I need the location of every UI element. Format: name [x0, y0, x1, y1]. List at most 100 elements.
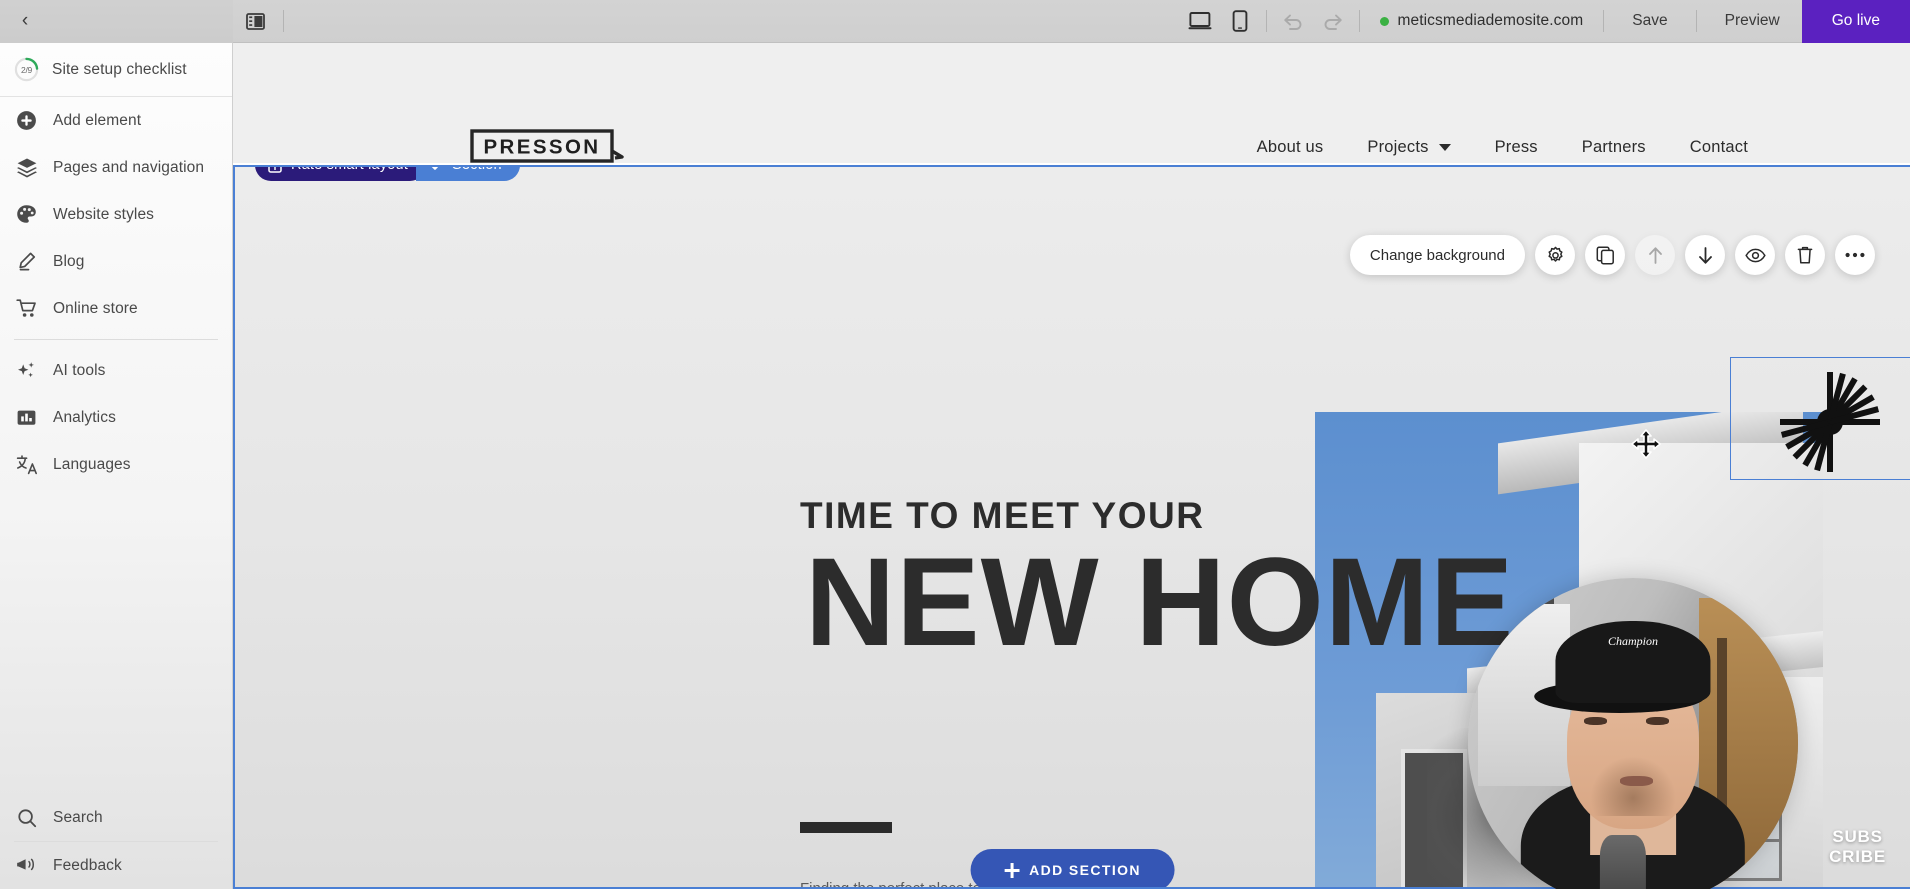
move-down-button[interactable] [1685, 235, 1725, 275]
add-section-label: ADD SECTION [1029, 862, 1141, 878]
checklist-progress-label: 2/9 [21, 64, 32, 75]
megaphone-icon [14, 853, 39, 878]
chevron-down-icon [1438, 144, 1451, 151]
rate-smart-layout-button[interactable]: Rate smart layout [255, 165, 427, 181]
sidebar-item-label: Analytics [53, 408, 116, 426]
divider [283, 10, 284, 32]
check-icon [431, 167, 439, 170]
section-badges: Rate smart layout Section [255, 165, 520, 181]
pencil-icon [14, 249, 39, 274]
divider [1695, 10, 1697, 32]
site-nav: About us Projects Press Partners Contact [1235, 138, 1770, 157]
sidebar-item-search[interactable]: Search [0, 794, 232, 841]
eye-icon [1744, 248, 1766, 262]
webcam-overlay: Champion [1468, 578, 1798, 889]
add-section-button[interactable]: ADD SECTION [970, 849, 1175, 887]
redo-icon[interactable] [1313, 4, 1353, 38]
ellipsis-icon [1845, 252, 1865, 258]
sidebar-item-label: Website styles [53, 205, 155, 223]
chevron-left-icon[interactable]: ‹ [12, 8, 38, 34]
site-url-label: meticsmediademosite.com [1397, 12, 1584, 29]
copy-icon [1596, 246, 1614, 265]
sidebar-item-ai-tools[interactable]: AI tools [0, 347, 232, 394]
badge-label: Section [452, 165, 502, 173]
undo-icon[interactable] [1273, 4, 1313, 38]
sidebar-item-add-element[interactable]: Add element [0, 97, 232, 144]
sidebar-item-label: Pages and navigation [53, 158, 205, 176]
site-logo[interactable]: PRESSON [470, 129, 625, 165]
preview-button[interactable]: Preview [1703, 0, 1802, 43]
sidebar-item-blog[interactable]: Blog [0, 238, 232, 285]
more-options-button[interactable] [1835, 235, 1875, 275]
smart-layout-icon [268, 167, 282, 173]
desktop-icon[interactable] [1180, 4, 1220, 38]
nav-label: Contact [1689, 138, 1748, 156]
arrow-up-icon [1648, 246, 1662, 264]
site-url-button[interactable]: meticsmediademosite.com [1366, 12, 1597, 30]
trash-icon [1797, 246, 1813, 264]
nav-item-about-us[interactable]: About us [1235, 138, 1346, 157]
layout-panel-icon[interactable] [233, 0, 277, 43]
sidebar-item-site-setup-checklist[interactable]: 2/9 Site setup checklist [0, 43, 232, 97]
arrow-down-icon [1698, 246, 1712, 264]
sidebar-item-label: AI tools [53, 361, 106, 379]
subscribe-line-1: SUBS [1832, 826, 1883, 846]
nav-item-contact[interactable]: Contact [1668, 138, 1770, 157]
cart-icon [14, 296, 39, 321]
sidebar-item-website-styles[interactable]: Website styles [0, 191, 232, 238]
sidebar-item-online-store[interactable]: Online store [0, 285, 232, 332]
logo-text: PRESSON [483, 136, 600, 159]
progress-ring-icon: 2/9 [14, 57, 39, 82]
nav-label: Press [1494, 138, 1538, 156]
change-background-button[interactable]: Change background [1349, 235, 1525, 275]
webcam-microphone [1600, 835, 1647, 889]
hero-eyebrow[interactable]: TIME TO MEET YOUR [800, 495, 1204, 537]
save-button[interactable]: Save [1610, 0, 1689, 43]
status-dot [1380, 16, 1390, 26]
settings-button[interactable] [1535, 235, 1575, 275]
sidebar-item-pages-and-navigation[interactable]: Pages and navigation [0, 144, 232, 191]
sidebar-item-feedback[interactable]: Feedback [0, 842, 232, 889]
plus-icon [1004, 862, 1020, 878]
nav-item-press[interactable]: Press [1473, 138, 1560, 157]
badge-label: Rate smart layout [291, 165, 409, 173]
editor-window: ‹ meticsmediademosite.com Save Preview G… [0, 0, 1910, 889]
webcam-cap-logo: Champion [1607, 634, 1659, 649]
hero-divider-bar [800, 822, 892, 833]
nav-item-partners[interactable]: Partners [1560, 138, 1668, 157]
subscribe-line-2: CRIBE [1829, 846, 1886, 866]
delete-button[interactable] [1785, 235, 1825, 275]
layers-icon [14, 155, 39, 180]
sidebar-divider [14, 339, 218, 340]
sunburst-graphic[interactable] [1780, 372, 1880, 472]
hide-button[interactable] [1735, 235, 1775, 275]
nav-label: Projects [1367, 138, 1429, 156]
sidebar-item-label: Languages [53, 455, 131, 473]
sidebar-item-analytics[interactable]: Analytics [0, 394, 232, 441]
go-live-button[interactable]: Go live [1801, 0, 1910, 43]
nav-label: About us [1256, 138, 1324, 156]
sparkles-icon [14, 358, 39, 383]
sidebar-item-label: Search [53, 808, 103, 826]
hero-title[interactable]: NEW HOME [805, 537, 1514, 669]
nav-item-projects[interactable]: Projects [1345, 138, 1472, 157]
sidebar-item-label: Online store [53, 299, 138, 317]
section-badge[interactable]: Section [416, 165, 520, 181]
topbar-left-group: ‹ [0, 0, 233, 43]
translate-icon [14, 452, 39, 477]
search-icon [14, 805, 39, 830]
mobile-icon[interactable] [1220, 4, 1260, 38]
sidebar-item-label: Site setup checklist [52, 60, 187, 78]
gear-icon [1547, 246, 1563, 262]
move-up-button[interactable] [1635, 235, 1675, 275]
webcam-person-eye [1646, 716, 1670, 725]
webcam-person-mouth [1619, 776, 1653, 786]
element-toolbar: Change background [1349, 235, 1875, 275]
palette-icon [14, 202, 39, 227]
webcam-person-eye [1583, 716, 1607, 725]
move-cursor-icon [1631, 429, 1661, 459]
duplicate-button[interactable] [1585, 235, 1625, 275]
sidebar-item-languages[interactable]: Languages [0, 441, 232, 488]
top-toolbar: ‹ meticsmediademosite.com Save Preview G… [0, 0, 1910, 43]
